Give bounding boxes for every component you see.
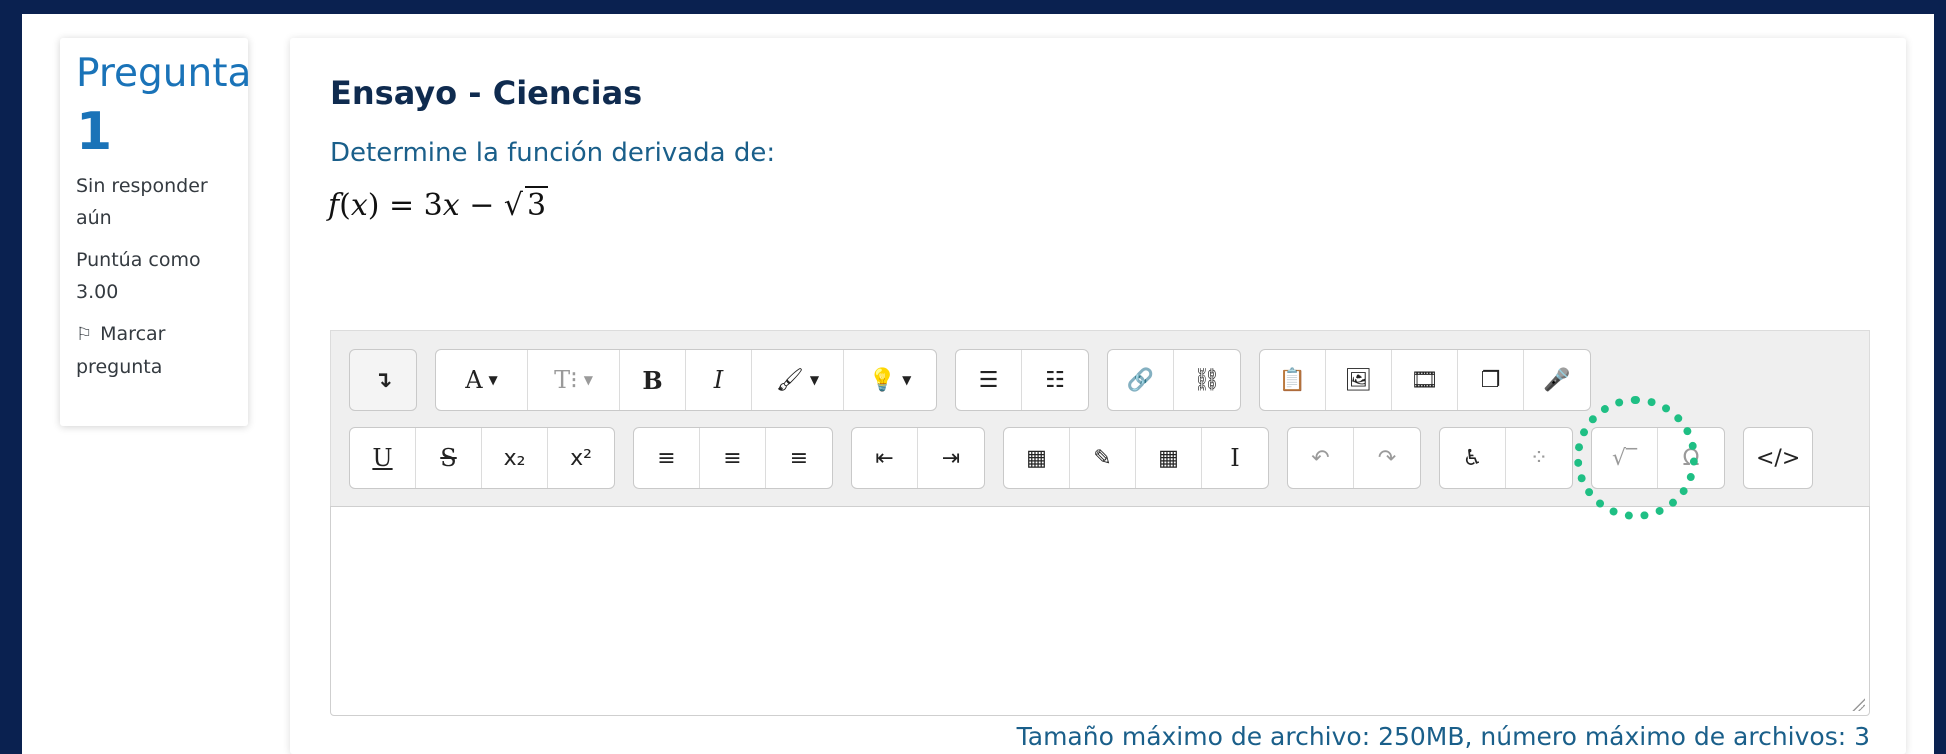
formula-radicand: 3 — [525, 186, 549, 223]
flag-question-link[interactable]: ⚐ Marcar pregunta — [76, 318, 232, 383]
brush-icon: 🖌 — [775, 367, 804, 393]
link-button[interactable]: 🔗 — [1108, 350, 1174, 410]
accessibility-button[interactable]: ♿ — [1440, 428, 1506, 488]
superscript-button[interactable]: x² — [548, 428, 614, 488]
chevron-down-icon: ▼ — [488, 373, 498, 387]
toolbar-row-2: U S x₂ x² ≡ ≡ ≡ ⇤ ⇥ ▦ ✎ ▦ I ↶ ↷ ♿ ⁘ √‾ Ω… — [349, 427, 1831, 489]
media-button[interactable]: 🎞 — [1392, 350, 1458, 410]
table-button[interactable]: ▦ — [1136, 428, 1202, 488]
toolbar-group-links: 🔗 ⛓ — [1107, 349, 1241, 411]
unordered-list-button[interactable]: ☰ — [956, 350, 1022, 410]
toolbar-group-font: A ▼ T⁝ ▼ B I 🖌 ▼ 💡 ▼ — [435, 349, 937, 411]
question-label: Pregunta — [76, 51, 252, 96]
chevron-down-icon: ▼ — [902, 373, 912, 387]
toolbar-group-insert: ▦ ✎ ▦ I — [1003, 427, 1269, 489]
question-score: Puntúa como 3.00 — [76, 249, 201, 303]
image-button[interactable]: 🖼 — [1326, 350, 1392, 410]
subscript-button[interactable]: x₂ — [482, 428, 548, 488]
formula-x: x — [350, 188, 368, 223]
formula-minus: − √ — [459, 188, 524, 223]
font-color-button[interactable]: 🖌 ▼ — [752, 350, 844, 410]
font-family-label: A — [465, 366, 483, 394]
clear-format-button[interactable]: I — [1202, 428, 1268, 488]
resize-handle-icon[interactable] — [1851, 697, 1865, 711]
align-left-button[interactable]: ≡ — [634, 428, 700, 488]
italic-button[interactable]: I — [686, 350, 752, 410]
edit-button[interactable]: ✎ — [1070, 428, 1136, 488]
toolbar-group-lists: ☰ ☷ — [955, 349, 1089, 411]
question-formula: f(x) = 3x − √ 3 — [328, 186, 549, 223]
html-button[interactable]: </> — [1744, 428, 1812, 488]
formula-x2: x — [442, 188, 460, 223]
record-audio-button[interactable]: 🎤 — [1524, 350, 1590, 410]
indent-button[interactable]: ⇥ — [918, 428, 984, 488]
lightbulb-icon: 💡 — [868, 367, 897, 393]
paste-button[interactable]: 📋 — [1260, 350, 1326, 410]
toolbar-group-html: </> — [1743, 427, 1814, 489]
special-char-button[interactable]: Ω — [1658, 428, 1724, 488]
undo-button[interactable]: ↶ — [1288, 428, 1354, 488]
background-color-button[interactable]: 💡 ▼ — [844, 350, 936, 410]
toolbar-group-more: ↴ — [349, 349, 417, 411]
answer-text-area[interactable] — [330, 506, 1870, 716]
question-status: Sin responder aún — [76, 175, 208, 229]
formula-equals: = 3 — [379, 188, 443, 223]
unlink-button[interactable]: ⛓ — [1174, 350, 1240, 410]
editor-toolbar: ↴ A ▼ T⁝ ▼ B I 🖌 ▼ 💡 ▼ ☰ ☷ 🔗 ⛓ 📋 🖼 🎞 ❐ 🎤… — [330, 330, 1870, 506]
toolbar-group-media: 📋 🖼 🎞 ❐ 🎤 — [1259, 349, 1591, 411]
align-center-button[interactable]: ≡ — [700, 428, 766, 488]
question-prompt: Determine la función derivada de: — [330, 138, 776, 168]
question-number: 1 — [76, 102, 113, 162]
question-title: Ensayo - Ciencias — [330, 74, 643, 112]
toolbar-group-math: √‾ Ω — [1591, 427, 1725, 489]
toolbar-group-align: ≡ ≡ ≡ — [633, 427, 833, 489]
manage-files-button[interactable]: ❐ — [1458, 350, 1524, 410]
formula-rparen: ) — [367, 188, 380, 223]
file-limit-note: Tamaño máximo de archivo: 250MB, número … — [1016, 722, 1870, 751]
calculator-button[interactable]: ▦ — [1004, 428, 1070, 488]
chevron-down-icon: ▼ — [809, 373, 820, 387]
toolbar-group-accessibility: ♿ ⁘ — [1439, 427, 1573, 489]
font-family-button[interactable]: A ▼ — [436, 350, 528, 410]
redo-button[interactable]: ↷ — [1354, 428, 1420, 488]
toolbar-group-history: ↶ ↷ — [1287, 427, 1421, 489]
chevron-down-icon: ▼ — [583, 373, 593, 387]
formula-lparen: ( — [339, 188, 351, 223]
question-info-card: Pregunta 1 Sin responder aún Puntúa como… — [60, 38, 252, 426]
equation-button[interactable]: √‾ — [1592, 428, 1658, 488]
outdent-button[interactable]: ⇤ — [852, 428, 918, 488]
toolbar-group-text-style: U S x₂ x² — [349, 427, 615, 489]
strikethrough-button[interactable]: S — [416, 428, 482, 488]
underline-button[interactable]: U — [350, 428, 416, 488]
formula-f: f — [328, 188, 340, 223]
font-size-button[interactable]: T⁝ ▼ — [528, 350, 620, 410]
bold-button[interactable]: B — [620, 350, 686, 410]
toolbar-group-indent: ⇤ ⇥ — [851, 427, 985, 489]
font-size-label: T⁝ — [554, 366, 578, 394]
ordered-list-button[interactable]: ☷ — [1022, 350, 1088, 410]
flag-icon: ⚐ — [76, 324, 93, 345]
align-right-button[interactable]: ≡ — [766, 428, 832, 488]
show-more-button[interactable]: ↴ — [350, 350, 416, 410]
question-content-card: Ensayo - Ciencias Determine la función d… — [290, 38, 1906, 754]
screenreader-button[interactable]: ⁘ — [1506, 428, 1572, 488]
toolbar-row-1: ↴ A ▼ T⁝ ▼ B I 🖌 ▼ 💡 ▼ ☰ ☷ 🔗 ⛓ 📋 🖼 🎞 ❐ 🎤 — [349, 349, 1609, 411]
